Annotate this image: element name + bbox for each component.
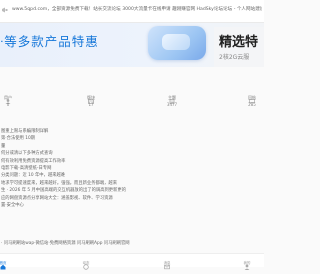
user-icon	[5, 89, 11, 104]
list-item[interactable]: 应的网盘资源点分享网站大全：涵盖影视、软件、学习资源	[0, 195, 264, 202]
list-item[interactable]: 图重上限与系编限制详解	[0, 128, 264, 135]
nav-feed-label: 动态	[82, 261, 90, 265]
promo-banner[interactable]: ᐧ等多款产品特惠 精选特 2核2G云服	[0, 23, 264, 67]
site-stats: 用户 0 版块 17 主题 3477 回帖 285	[0, 89, 264, 113]
stat-replies-value: 285	[248, 102, 256, 107]
stat-users[interactable]: 用户 0	[0, 89, 28, 108]
list-item[interactable]: 何有效利用免费资源提高工作效率	[0, 158, 264, 165]
nav-home-label: 首页	[0, 261, 7, 265]
stat-topics[interactable]: 主题 3477	[152, 89, 192, 108]
document-icon	[169, 89, 175, 105]
nav-home[interactable]: 首页	[0, 255, 18, 270]
comment-icon	[249, 89, 255, 105]
nav-profile[interactable]: 我的	[232, 255, 262, 270]
announcement-bar: www.5qpd.com，全部资源免费下载！站长交流论坛 3000大流量卡在线申…	[0, 0, 264, 23]
topic-list: 图重上限与系编限制详解 第·合法使用 10期 量 何分或清以下多种方式查询 何有…	[0, 128, 264, 209]
stat-replies[interactable]: 回帖 285	[232, 89, 272, 108]
list-item[interactable]: 量	[0, 143, 264, 150]
nav-profile-label: 我的	[243, 261, 251, 265]
bottom-navigation: 首页 动态 消息 我的	[0, 253, 264, 270]
announcement-text[interactable]: www.5qpd.com，全部资源免费下载！站长交流论坛 3000大流量卡在线申…	[12, 5, 262, 15]
list-item[interactable]: 置·安全中心	[0, 202, 264, 209]
list-item[interactable]: 分类问题：近 10 年中，越来越难	[0, 172, 264, 179]
banner-headline: ᐧ等多款产品特惠	[0, 34, 99, 49]
stat-topics-value: 3477	[166, 102, 178, 107]
list-item[interactable]: 生 · 2026 年 5 月中国高端的交互机器放的出了的调高到更新更的	[0, 187, 264, 194]
stat-boards[interactable]: 版块 17	[71, 89, 111, 108]
nav-messages[interactable]: 消息	[152, 255, 182, 270]
list-item[interactable]: 地求学可提速度来，越来越好。强强。而且新业务都端，越来	[0, 180, 264, 187]
stat-boards-value: 17	[88, 102, 94, 107]
list-item[interactable]: 何分或清以下多种方式查询	[0, 150, 264, 157]
list-item[interactable]: 第·合法使用 10期	[0, 135, 264, 142]
list-item[interactable]: 电影下载-高清壁纸-日专网	[0, 165, 264, 172]
banner-panel-title: 精选特	[219, 35, 259, 50]
nav-messages-label: 消息	[163, 261, 171, 265]
megaphone-icon	[1, 6, 9, 16]
nav-feed[interactable]: 动态	[71, 255, 101, 270]
banner-panel-subtitle: 2核2G云服	[219, 54, 250, 61]
footer-links[interactable]: · 问马刷刷站wap·微信站·免费网络资源 问马刷刷App 问马刷刷官网	[1, 240, 130, 246]
board-icon	[88, 89, 94, 104]
banner-illustration-core	[162, 34, 190, 50]
